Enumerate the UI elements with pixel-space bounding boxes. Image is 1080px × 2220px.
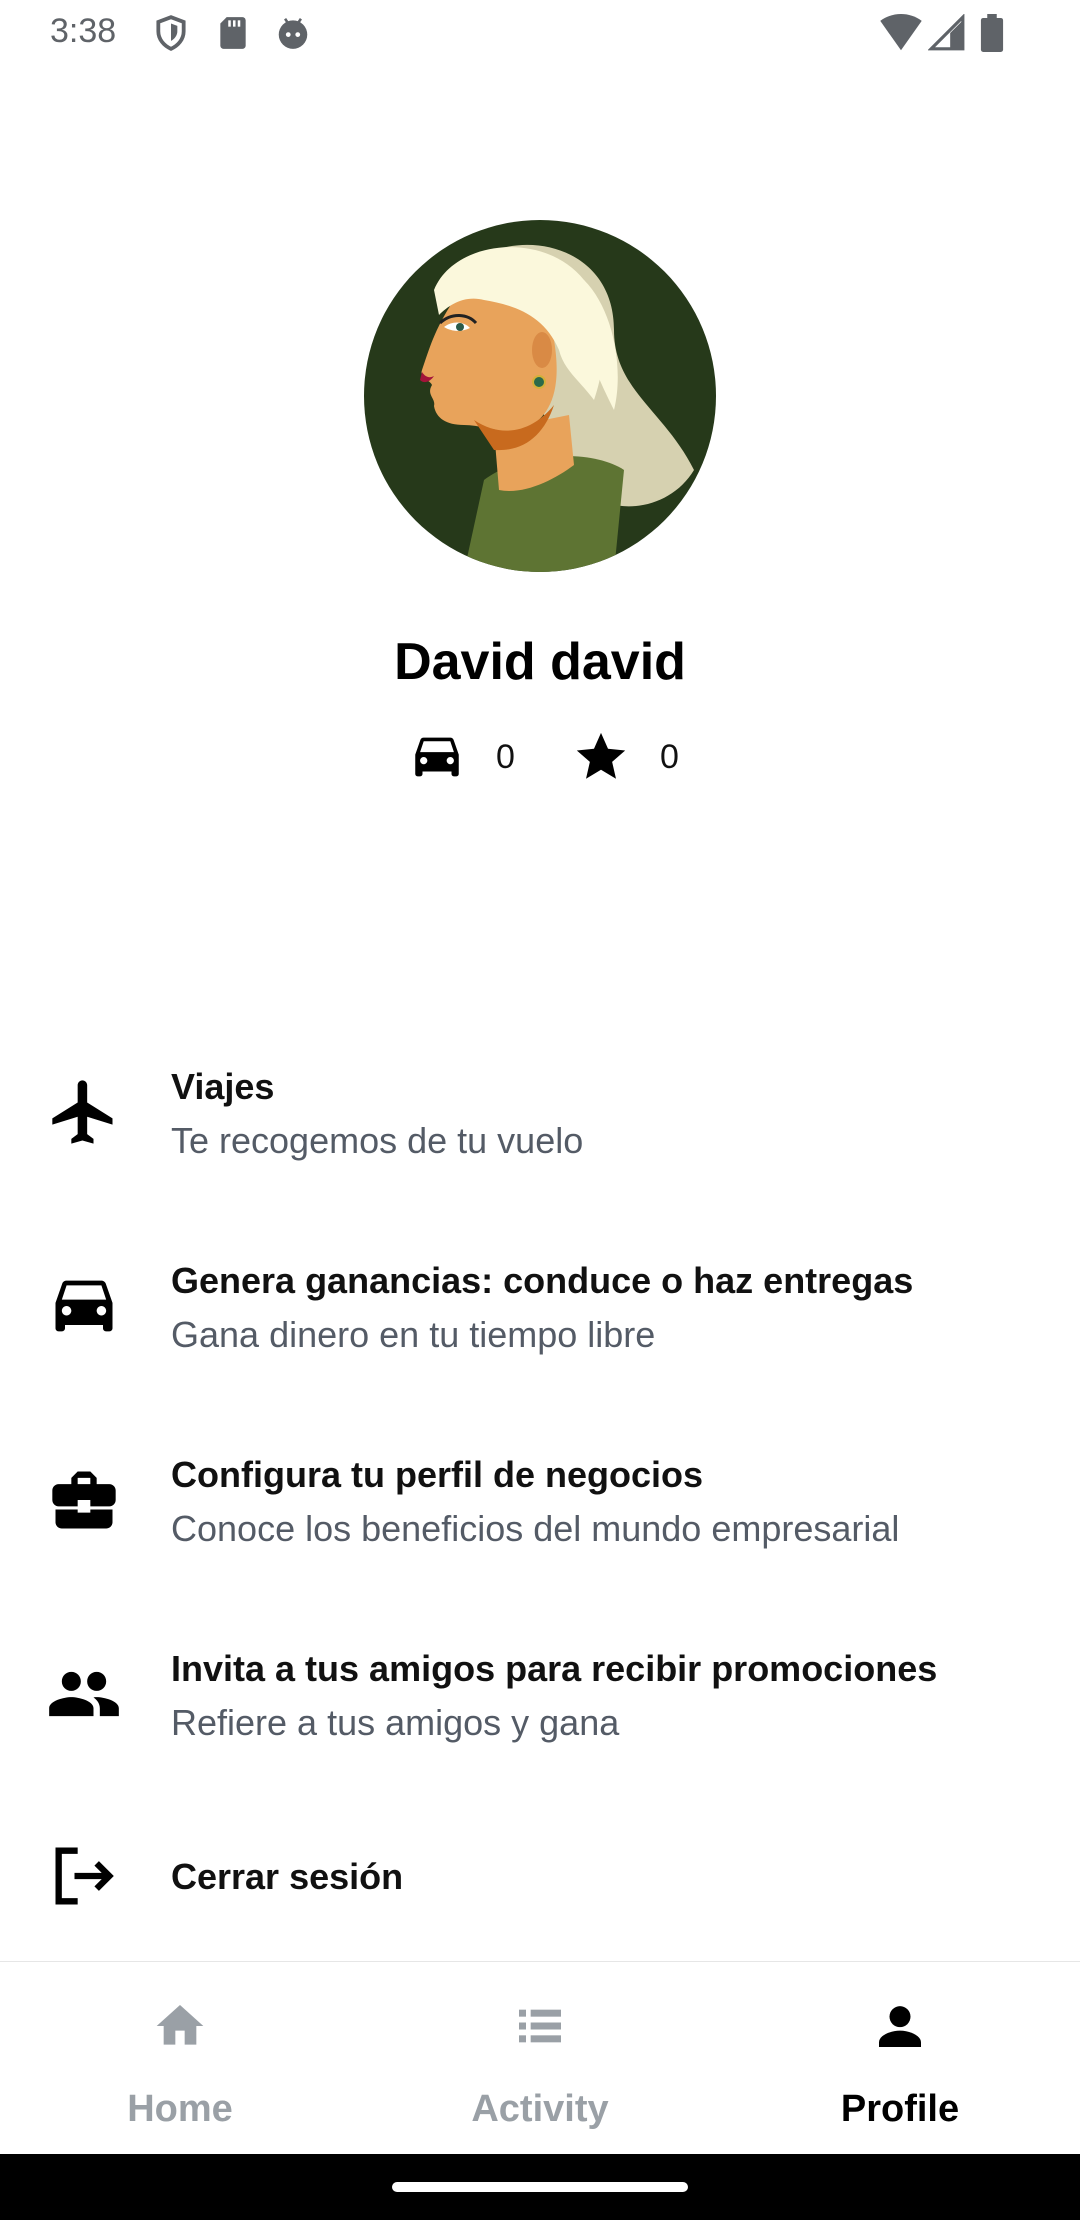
menu-item-title: Invita a tus amigos para recibir promoci… [171,1648,938,1689]
status-time: 3:38 [50,12,117,50]
airplane-icon [52,1080,113,1144]
star-icon [576,732,626,779]
bottom-navigation: Home Activity Profile [0,1961,1080,2155]
menu-item-subtitle: Conoce los beneficios del mundo empresar… [171,1508,900,1549]
profile-name: David david [394,633,686,691]
system-gesture-bar [0,2154,1080,2220]
tab-label: Home [127,2088,233,2130]
car-icon [415,737,459,777]
home-icon [156,2005,204,2045]
person-icon [879,2006,921,2047]
profile-avatar[interactable] [364,220,716,572]
sd-card-icon [220,17,246,49]
menu-item-title: Viajes [171,1066,275,1107]
menu-item-subtitle: Refiere a tus amigos y gana [171,1702,620,1743]
logout-icon [55,1847,114,1905]
rating-stat: 0 [572,728,679,786]
trips-count: 0 [496,737,515,776]
tab-activity[interactable]: Activity [360,1962,720,2155]
battery-icon [980,14,1004,52]
list-icon [519,2009,561,2043]
tab-profile[interactable]: Profile [720,1962,1080,2155]
tab-label: Profile [840,2088,960,2130]
menu-item-title: Cerrar sesión [171,1856,404,1897]
trips-stat: 0 [408,728,515,786]
rating-value: 0 [660,737,679,776]
home-gesture-handle[interactable] [392,2182,688,2192]
menu-item-subtitle: Gana dinero en tu tiempo libre [171,1314,656,1355]
shield-icon [156,15,186,51]
wifi-icon [880,14,922,51]
menu-item-title: Configura tu perfil de negocios [171,1454,704,1495]
cell-signal-icon [928,14,965,51]
menu-item-business-profile[interactable]: Configura tu perfil de negocios Conoce l… [0,1420,1080,1580]
menu-item-viajes[interactable]: Viajes Te recogemos de tu vuelo [0,1032,1080,1192]
people-icon [49,1671,119,1717]
tab-home[interactable]: Home [0,1962,360,2155]
menu-item-title: Genera ganancias: conduce o haz entregas [171,1260,914,1301]
avatar-illustration [364,220,716,572]
status-bar: 3:38 [0,0,1080,66]
android-head-icon [278,18,308,49]
menu-item-subtitle: Te recogemos de tu vuelo [171,1120,584,1161]
menu-item-logout[interactable]: Cerrar sesión [0,1808,1080,1968]
car-icon [55,1280,113,1332]
tab-label: Activity [471,2088,609,2130]
menu-item-earnings[interactable]: Genera ganancias: conduce o haz entregas… [0,1226,1080,1386]
menu-item-invite-friends[interactable]: Invita a tus amigos para recibir promoci… [0,1614,1080,1774]
briefcase-icon [52,1471,116,1529]
profile-stats: 0 0 [0,728,1080,798]
